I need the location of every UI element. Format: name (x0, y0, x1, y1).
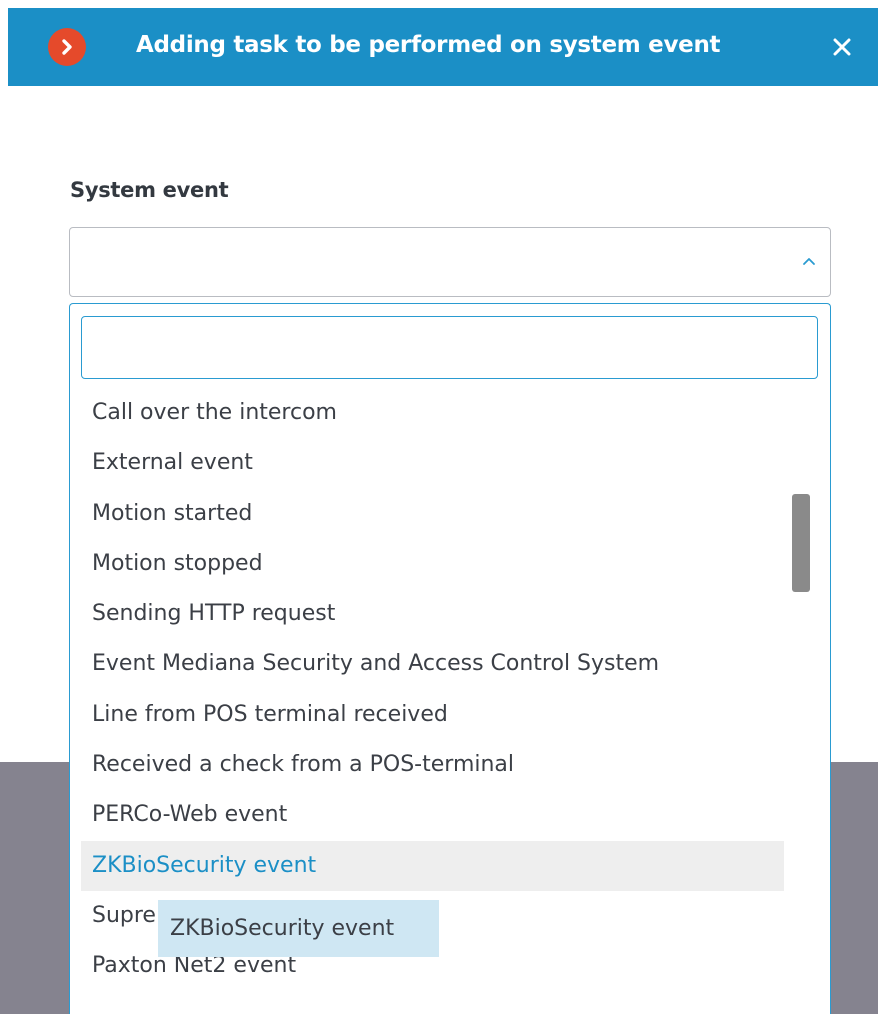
chevron-right-circle-icon (48, 28, 86, 66)
list-item-highlighted[interactable]: ZKBioSecurity event (81, 840, 784, 891)
dropdown-search-input[interactable] (81, 316, 818, 379)
list-item[interactable]: External event (70, 438, 790, 488)
system-event-label: System event (70, 178, 229, 202)
close-button[interactable] (830, 35, 854, 59)
chevron-up-icon (803, 258, 815, 265)
list-item[interactable]: Motion stopped (70, 539, 790, 589)
list-item[interactable]: Line from POS terminal received (70, 690, 790, 740)
list-item[interactable]: Sending HTTP request (70, 589, 790, 639)
dialog-titlebar: Adding task to be performed on system ev… (8, 8, 878, 86)
list-item[interactable]: PERCo-Web event (70, 790, 790, 840)
list-item[interactable]: Call over the intercom (70, 388, 790, 438)
screen: Adding task to be performed on system ev… (0, 0, 878, 1014)
system-event-select[interactable] (69, 227, 831, 297)
item-tooltip: ZKBioSecurity event (158, 900, 439, 957)
list-item[interactable]: Motion started (70, 489, 790, 539)
dropdown-scrollbar[interactable] (792, 494, 810, 592)
dialog-title: Adding task to be performed on system ev… (136, 32, 721, 58)
list-item[interactable]: Event Mediana Security and Access Contro… (70, 639, 790, 689)
close-icon (833, 38, 851, 56)
list-item[interactable]: Received a check from a POS-terminal (70, 740, 790, 790)
